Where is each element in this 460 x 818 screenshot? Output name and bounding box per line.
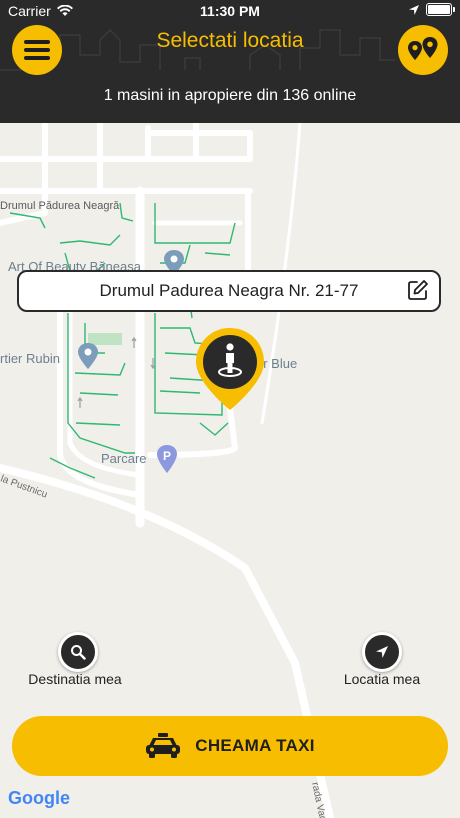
google-logo: Google	[8, 788, 70, 809]
nearby-cars-status: 1 masini in apropiere din 136 online	[103, 87, 357, 104]
selected-address-field[interactable]: Drumul Padurea Neagra Nr. 21-77	[17, 270, 441, 312]
navigation-arrow-icon	[376, 646, 388, 658]
selected-address-text: Drumul Padurea Neagra Nr. 21-77	[99, 281, 359, 300]
edit-icon[interactable]	[407, 279, 429, 301]
map-pins-icon	[408, 37, 438, 60]
location-arrow-icon	[409, 4, 419, 15]
my-location-label: Locatia mea	[343, 671, 421, 687]
call-taxi-label: CHEAMA TAXI	[195, 736, 315, 755]
battery-icon	[426, 3, 455, 16]
status-right	[408, 3, 455, 16]
map-label-street-top: Drumul Pădurea Neagră	[0, 200, 120, 212]
svg-text:P: P	[163, 449, 171, 463]
map-view[interactable]: P Drumul Pădurea Neagră Art Of Beauty Bă…	[0, 123, 460, 818]
map-label-parking: Parcare	[101, 451, 147, 466]
saved-locations-button[interactable]	[398, 25, 448, 75]
destination-label: Destinatia mea	[28, 671, 122, 687]
user-location-pin[interactable]	[195, 327, 265, 411]
map-label-rubin: rtier Rubin	[0, 351, 60, 366]
destination-button[interactable]	[58, 632, 98, 672]
google-logo-text: Google	[8, 788, 70, 808]
taxi-icon	[146, 733, 181, 758]
page-title: Selectati locatia	[156, 29, 304, 52]
my-location-button[interactable]	[362, 632, 402, 672]
call-taxi-button[interactable]: CHEAMA TAXI	[12, 716, 448, 776]
status-time: 11:30 PM	[200, 3, 260, 19]
app-header: Carrier 11:30 PM Selectati locatia 1 mas…	[0, 0, 460, 123]
search-icon	[71, 645, 86, 660]
status-bar: Carrier 11:30 PM	[0, 0, 460, 22]
